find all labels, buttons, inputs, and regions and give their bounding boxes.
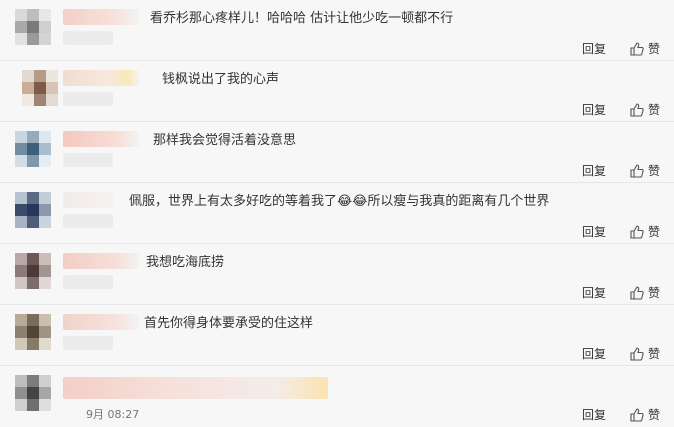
thumbs-up-icon bbox=[630, 285, 644, 300]
comment-text: 佩服，世界上有太多好吃的等着我了😂😂所以瘦与我真的距离有几个世界 bbox=[129, 194, 550, 209]
like-label: 赞 bbox=[647, 164, 660, 178]
thumbs-up-icon bbox=[630, 346, 644, 361]
meta-blurred bbox=[63, 336, 113, 350]
avatar[interactable] bbox=[15, 131, 51, 167]
like-button[interactable]: 赞 bbox=[630, 223, 660, 240]
comment-item: 那样我会觉得活着没意思 回复 赞 bbox=[0, 122, 674, 183]
like-button[interactable]: 赞 bbox=[630, 162, 660, 179]
avatar[interactable] bbox=[15, 375, 51, 411]
comment-item: 看乔杉那心疼样儿！哈哈哈 估计让他少吃一顿都不行 回复 赞 bbox=[0, 0, 674, 61]
like-label: 赞 bbox=[647, 408, 660, 422]
avatar[interactable] bbox=[15, 253, 51, 289]
comment-item: 我想吃海底捞 回复 赞 bbox=[0, 244, 674, 305]
thumbs-up-icon bbox=[630, 407, 644, 422]
like-label: 赞 bbox=[647, 225, 660, 239]
reply-button[interactable]: 回复 bbox=[582, 40, 606, 57]
like-button[interactable]: 赞 bbox=[630, 345, 660, 362]
comment-text: 首先你得身体要承受的住这样 bbox=[144, 316, 314, 331]
reply-button[interactable]: 回复 bbox=[582, 101, 606, 118]
avatar[interactable] bbox=[15, 192, 51, 228]
like-button[interactable]: 赞 bbox=[630, 406, 660, 423]
reply-button[interactable]: 回复 bbox=[582, 284, 606, 301]
reply-button[interactable]: 回复 bbox=[582, 162, 606, 179]
username-blurred[interactable] bbox=[63, 70, 139, 86]
avatar[interactable] bbox=[15, 9, 51, 45]
username-blurred[interactable] bbox=[63, 314, 139, 330]
like-button[interactable]: 赞 bbox=[630, 101, 660, 118]
like-label: 赞 bbox=[647, 42, 660, 56]
thumbs-up-icon bbox=[630, 224, 644, 239]
thumbs-up-icon bbox=[630, 41, 644, 56]
username-blurred[interactable] bbox=[63, 253, 139, 269]
comment-text: 那样我会觉得活着没意思 bbox=[153, 133, 297, 148]
like-button[interactable]: 赞 bbox=[630, 40, 660, 57]
meta-blurred bbox=[63, 275, 113, 289]
username-blurred[interactable] bbox=[63, 377, 328, 399]
comment-date: 9月 08:27 bbox=[86, 408, 140, 421]
comment-text: 钱枫说出了我的心声 bbox=[162, 72, 280, 87]
comment-item: 钱枫说出了我的心声 回复 赞 bbox=[0, 61, 674, 122]
meta-blurred bbox=[63, 92, 113, 106]
avatar[interactable] bbox=[15, 314, 51, 350]
username-blurred[interactable] bbox=[63, 192, 113, 208]
like-button[interactable]: 赞 bbox=[630, 284, 660, 301]
reply-button[interactable]: 回复 bbox=[582, 345, 606, 362]
thumbs-up-icon bbox=[630, 163, 644, 178]
meta-blurred bbox=[63, 214, 113, 228]
comment-text: 我想吃海底捞 bbox=[146, 255, 225, 270]
thumbs-up-icon bbox=[630, 102, 644, 117]
meta-blurred bbox=[63, 153, 113, 167]
meta-blurred bbox=[63, 31, 113, 45]
like-label: 赞 bbox=[647, 347, 660, 361]
like-label: 赞 bbox=[647, 286, 660, 300]
comment-item: 佩服，世界上有太多好吃的等着我了😂😂所以瘦与我真的距离有几个世界 回复 赞 bbox=[0, 183, 674, 244]
username-blurred[interactable] bbox=[63, 9, 139, 25]
comment-item: 9月 08:27 回复 赞 bbox=[0, 366, 674, 427]
reply-button[interactable]: 回复 bbox=[582, 406, 606, 423]
reply-button[interactable]: 回复 bbox=[582, 223, 606, 240]
username-blurred[interactable] bbox=[63, 131, 139, 147]
like-label: 赞 bbox=[647, 103, 660, 117]
comment-item: 首先你得身体要承受的住这样 回复 赞 bbox=[0, 305, 674, 366]
comment-text: 看乔杉那心疼样儿！哈哈哈 估计让他少吃一顿都不行 bbox=[150, 11, 454, 26]
avatar[interactable] bbox=[22, 70, 58, 106]
